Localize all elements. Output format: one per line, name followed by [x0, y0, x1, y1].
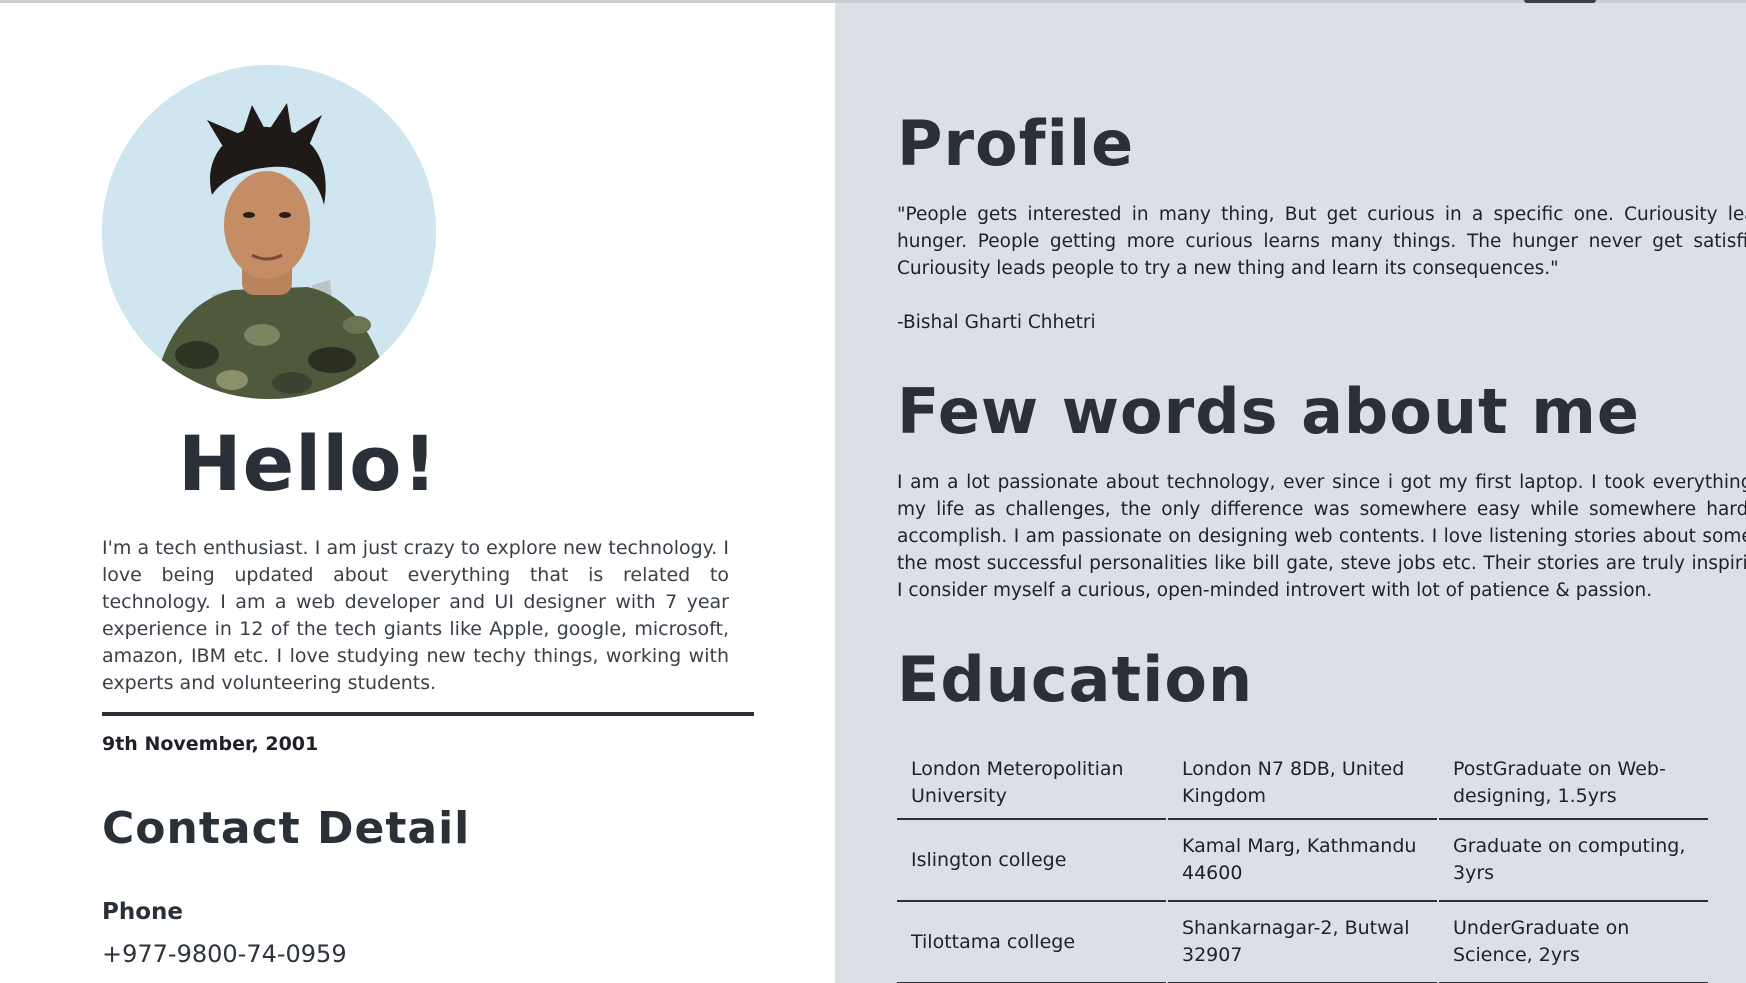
address-cell: Shankarnagar-2, Butwal 32907	[1168, 902, 1437, 983]
contact-heading: Contact Detail	[102, 803, 471, 854]
profile-heading: Profile	[897, 107, 1135, 180]
education-heading: Education	[897, 643, 1254, 716]
degree-cell: PostGraduate on Web-designing, 1.5yrs	[1439, 748, 1708, 820]
avatar	[102, 65, 436, 399]
degree-cell: UnderGraduate on Science, 2yrs	[1439, 902, 1708, 983]
left-column: Hello! I'm a tech enthusiast. I am just …	[0, 3, 835, 983]
profile-author: -Bishal Gharti Chhetri	[897, 312, 1096, 333]
address-cell: Kamal Marg, Kathmandu 44600	[1168, 820, 1437, 902]
right-column: Profile "People gets interested in many …	[835, 3, 1746, 983]
table-row: London Meteropolitian University London …	[897, 748, 1746, 820]
degree-cell: Graduate on computing, 3yrs	[1439, 820, 1708, 902]
institution-cell: London Meteropolitian University	[897, 748, 1166, 820]
phone-number-link[interactable]: +977-9800-74-0959	[102, 940, 347, 968]
profile-quote: "People gets interested in many thing, B…	[897, 204, 1746, 279]
avatar-photo-icon	[102, 65, 436, 399]
date-of-birth: 9th November, 2001	[102, 733, 319, 755]
phone-label: Phone	[102, 899, 184, 925]
divider	[102, 712, 754, 716]
intro-text: I'm a tech enthusiast. I am just crazy t…	[102, 537, 729, 694]
table-row: Tilottama college Shankarnagar-2, Butwal…	[897, 902, 1746, 983]
about-text: I am a lot passionate about technology, …	[897, 472, 1746, 601]
address-cell: London N7 8DB, United Kingdom	[1168, 748, 1437, 820]
institution-cell: Islington college	[897, 820, 1166, 902]
table-row: Islington college Kamal Marg, Kathmandu …	[897, 820, 1746, 902]
greeting-heading: Hello!	[178, 419, 439, 508]
education-table: London Meteropolitian University London …	[897, 748, 1746, 983]
institution-cell: Tilottama college	[897, 902, 1166, 983]
about-heading: Few words about me	[897, 375, 1640, 448]
